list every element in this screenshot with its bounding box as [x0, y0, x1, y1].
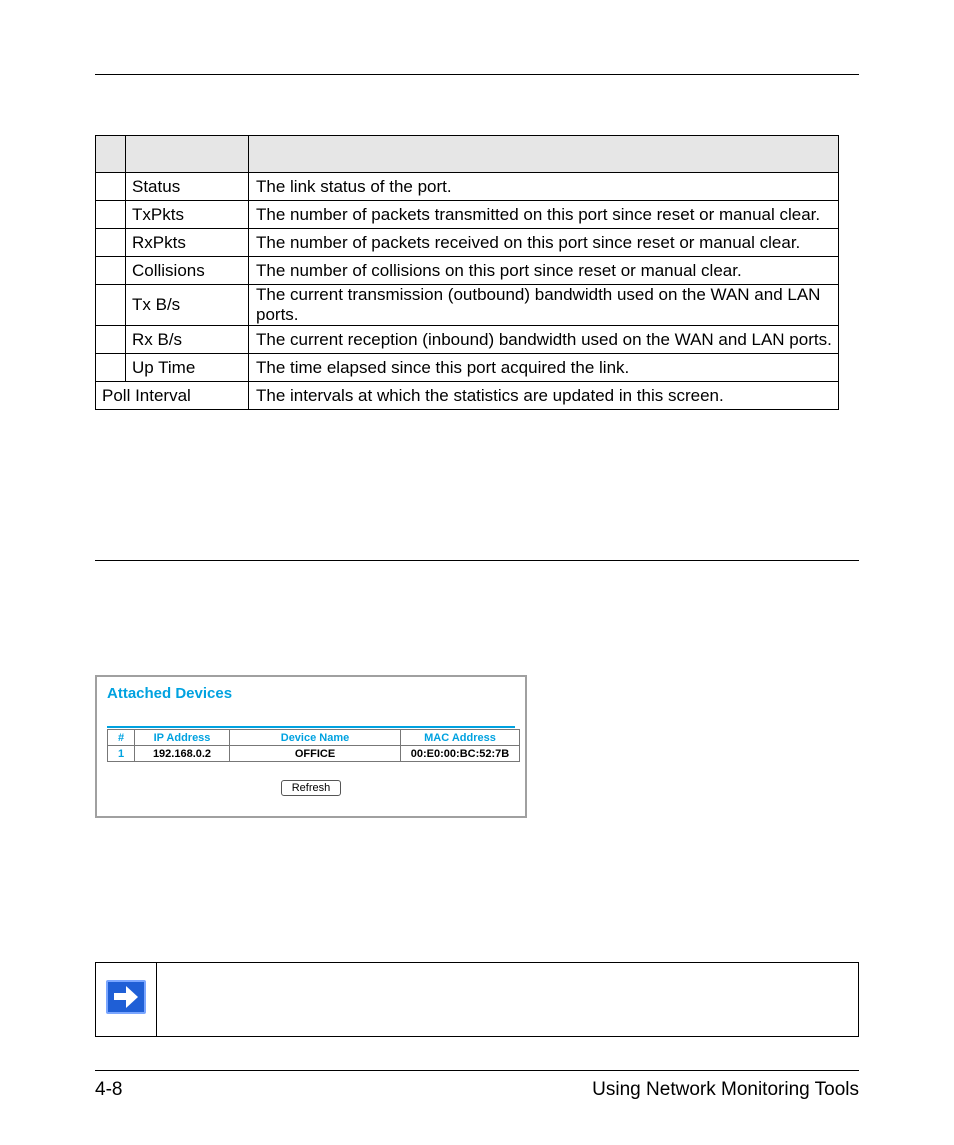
- field-label: Up Time: [126, 354, 249, 382]
- table-row: 1 192.168.0.2 OFFICE 00:E0:00:BC:52:7B: [108, 746, 520, 762]
- table-header-row: [96, 136, 839, 173]
- field-desc: The link status of the port.: [249, 173, 839, 201]
- cell-ip: 192.168.0.2: [135, 746, 230, 762]
- field-desc: The number of packets transmitted on thi…: [249, 201, 839, 229]
- field-desc: The time elapsed since this port acquire…: [249, 354, 839, 382]
- table-row: RxPkts The number of packets received on…: [96, 229, 839, 257]
- table-header-row: # IP Address Device Name MAC Address: [108, 730, 520, 746]
- table-row: Status The link status of the port.: [96, 173, 839, 201]
- statistics-definitions-table: Status The link status of the port. TxPk…: [95, 135, 839, 410]
- field-desc: The current transmission (outbound) band…: [249, 285, 839, 326]
- field-desc: The number of packets received on this p…: [249, 229, 839, 257]
- footer-rule: [95, 1070, 859, 1071]
- table-row: Collisions The number of collisions on t…: [96, 257, 839, 285]
- note-box: [95, 962, 859, 1037]
- cell-mac: 00:E0:00:BC:52:7B: [401, 746, 520, 762]
- field-label: Tx B/s: [126, 285, 249, 326]
- cell-device-name: OFFICE: [230, 746, 401, 762]
- col-ip: IP Address: [135, 730, 230, 746]
- section-rule: [95, 560, 859, 561]
- header-rule: [95, 74, 859, 75]
- cell-number: 1: [108, 746, 135, 762]
- table-row: Poll Interval The intervals at which the…: [96, 382, 839, 410]
- field-label: Collisions: [126, 257, 249, 285]
- field-desc: The intervals at which the statistics ar…: [249, 382, 839, 410]
- attached-devices-panel: Attached Devices # IP Address Device Nam…: [95, 675, 527, 818]
- panel-title: Attached Devices: [107, 685, 515, 702]
- field-desc: The number of collisions on this port si…: [249, 257, 839, 285]
- field-label: Rx B/s: [126, 326, 249, 354]
- chapter-title: Using Network Monitoring Tools: [592, 1079, 859, 1101]
- col-device-name: Device Name: [230, 730, 401, 746]
- page-footer: 4-8 Using Network Monitoring Tools: [95, 1070, 859, 1101]
- panel-accent-rule: [107, 726, 515, 728]
- arrow-right-icon: [106, 980, 146, 1014]
- table-row: Rx B/s The current reception (inbound) b…: [96, 326, 839, 354]
- refresh-button[interactable]: Refresh: [281, 780, 342, 796]
- table-row: TxPkts The number of packets transmitted…: [96, 201, 839, 229]
- field-label: TxPkts: [126, 201, 249, 229]
- col-number: #: [108, 730, 135, 746]
- field-desc: The current reception (inbound) bandwidt…: [249, 326, 839, 354]
- page-number: 4-8: [95, 1079, 122, 1101]
- note-content: [157, 963, 859, 1037]
- field-label: Poll Interval: [96, 382, 249, 410]
- field-label: RxPkts: [126, 229, 249, 257]
- attached-devices-table: # IP Address Device Name MAC Address 1 1…: [107, 729, 520, 762]
- col-mac: MAC Address: [401, 730, 520, 746]
- table-row: Tx B/s The current transmission (outboun…: [96, 285, 839, 326]
- table-row: Up Time The time elapsed since this port…: [96, 354, 839, 382]
- field-label: Status: [126, 173, 249, 201]
